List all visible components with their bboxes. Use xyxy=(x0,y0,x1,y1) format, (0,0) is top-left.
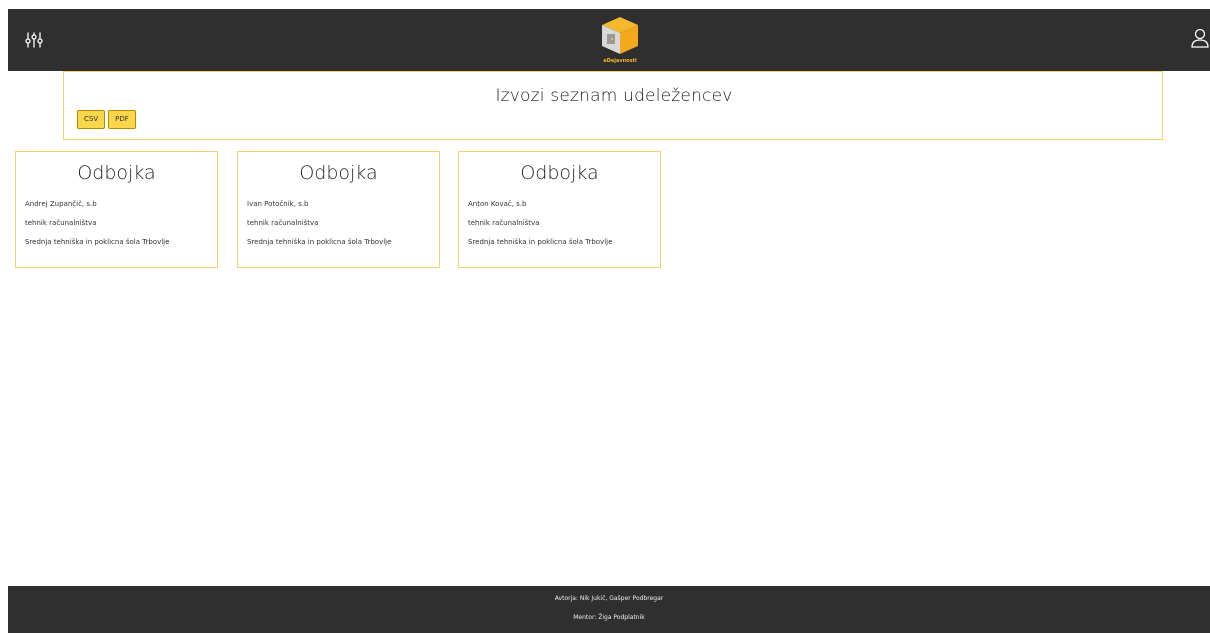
card-program: tehnik računalništva xyxy=(25,219,97,227)
user-icon[interactable] xyxy=(1190,27,1210,49)
footer-authors: Avtorja: Nik Jukič, Gašper Podbregar xyxy=(554,595,664,602)
top-navbar: eDejavnosti xyxy=(8,9,1210,71)
card-activity-title: Odbojka xyxy=(520,162,599,184)
page: eDejavnosti Izvozi seznam udeležencev CS… xyxy=(0,0,1210,633)
card-activity-title: Odbojka xyxy=(77,162,156,184)
card-school: Srednja tehniška in poklicna šola Trbovl… xyxy=(247,238,392,246)
csv-export-button[interactable]: CSV xyxy=(77,110,105,129)
card-program: tehnik računalništva xyxy=(468,219,540,227)
logo-text: eDejavnosti xyxy=(603,58,637,64)
card-participant-name: Andrej Zupančič, s.b xyxy=(25,200,97,208)
export-title: Izvozi seznam udeležencev xyxy=(495,86,733,106)
card-activity-title: Odbojka xyxy=(299,162,378,184)
card-school: Srednja tehniška in poklicna šola Trbovl… xyxy=(468,238,613,246)
export-panel: Izvozi seznam udeležencev CSV PDF xyxy=(63,71,1163,140)
footer-mentor: Mentor: Žiga Podplatnik xyxy=(573,614,645,621)
participant-card: Odbojka Anton Kovač, s.b tehnik računaln… xyxy=(458,151,661,268)
card-participant-name: Anton Kovač, s.b xyxy=(468,200,527,208)
pdf-export-button[interactable]: PDF xyxy=(108,110,136,129)
sliders-icon[interactable] xyxy=(24,30,44,50)
footer: Avtorja: Nik Jukič, Gašper Podbregar Men… xyxy=(8,586,1210,633)
participant-card: Odbojka Andrej Zupančič, s.b tehnik raču… xyxy=(15,151,218,268)
card-program: tehnik računalništva xyxy=(247,219,319,227)
participant-card: Odbojka Ivan Potočnik, s.b tehnik računa… xyxy=(237,151,440,268)
card-participant-name: Ivan Potočnik, s.b xyxy=(247,200,309,208)
app-logo[interactable]: eDejavnosti xyxy=(597,14,643,66)
card-school: Srednja tehniška in poklicna šola Trbovl… xyxy=(25,238,170,246)
